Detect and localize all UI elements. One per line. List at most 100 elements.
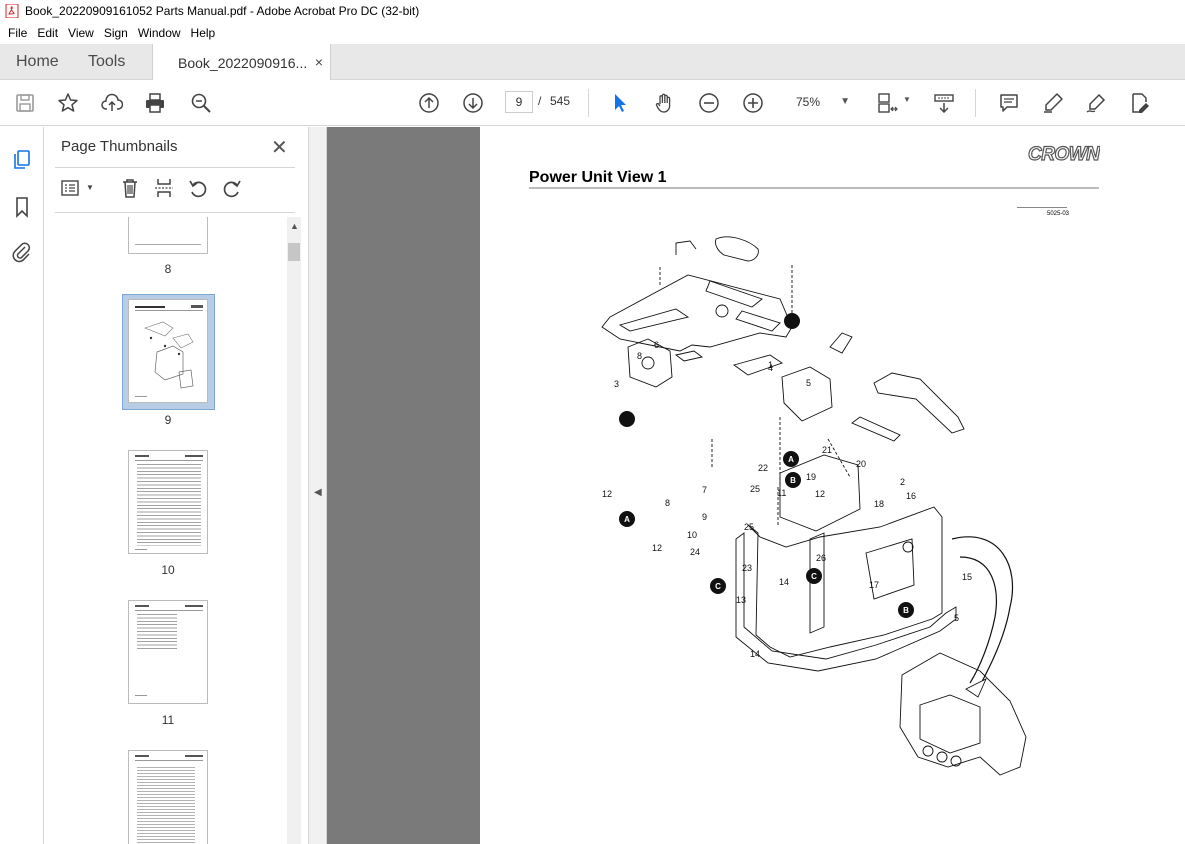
thumbnail-scrollbar[interactable]: ▲ <box>287 217 301 844</box>
svg-text:18: 18 <box>874 499 884 509</box>
svg-text:20: 20 <box>856 459 866 469</box>
svg-text:10: 10 <box>687 530 697 540</box>
next-page-icon[interactable] <box>461 91 485 115</box>
svg-text:11: 11 <box>777 488 786 498</box>
title-rule <box>529 187 1099 189</box>
page-display-icon[interactable] <box>875 91 899 115</box>
svg-text:22: 22 <box>758 463 768 473</box>
svg-text:17: 17 <box>869 580 879 590</box>
svg-text:A: A <box>788 455 794 464</box>
hand-tool-icon[interactable] <box>653 91 677 115</box>
page-thumbnails-icon[interactable] <box>10 147 34 171</box>
svg-text:3: 3 <box>614 379 619 389</box>
crown-logo: CROWN <box>1028 144 1100 164</box>
close-icon[interactable]: ✕ <box>271 135 288 160</box>
page-thumbnail[interactable] <box>128 750 208 844</box>
thumbnails-panel: Page Thumbnails ✕ ▼ 8 9 10 11 ▲ <box>45 127 308 844</box>
rotate-left-icon[interactable] <box>186 176 210 200</box>
svg-text:24: 24 <box>690 547 700 557</box>
rotate-right-icon[interactable] <box>220 176 244 200</box>
title-bar: Book_20220909161052 Parts Manual.pdf - A… <box>0 0 1185 22</box>
thumbnail-options-icon[interactable] <box>59 176 83 200</box>
svg-text:B: B <box>903 606 909 615</box>
tab-close-button[interactable]: × <box>315 54 323 70</box>
zoom-out-icon[interactable] <box>697 91 721 115</box>
svg-text:15: 15 <box>962 572 972 582</box>
scroll-up-icon[interactable]: ▲ <box>290 221 299 231</box>
highlight-pen-icon[interactable] <box>1041 91 1065 115</box>
page-thumbnail[interactable] <box>128 217 208 254</box>
svg-text:8: 8 <box>665 498 670 508</box>
page-thumbnail[interactable] <box>128 299 208 403</box>
page-thumbnail[interactable] <box>128 450 208 554</box>
menu-edit[interactable]: Edit <box>32 26 63 40</box>
previous-page-icon[interactable] <box>417 91 441 115</box>
extract-pages-icon[interactable] <box>152 176 176 200</box>
tab-document[interactable]: Book_2022090916... × <box>152 44 331 81</box>
chevron-down-icon[interactable]: ▼ <box>86 183 94 192</box>
left-nav-rail <box>0 127 44 844</box>
bookmark-icon[interactable] <box>10 195 34 219</box>
svg-text:5: 5 <box>806 378 811 388</box>
svg-text:12: 12 <box>815 489 825 499</box>
svg-text:19: 19 <box>806 472 816 482</box>
window-title: Book_20220909161052 Parts Manual.pdf - A… <box>25 4 420 18</box>
scrollbar-thumb[interactable] <box>288 243 300 261</box>
menu-file[interactable]: File <box>3 26 32 40</box>
page-separator: / <box>538 94 542 108</box>
svg-text:13: 13 <box>736 595 746 605</box>
select-cursor-icon[interactable] <box>608 91 632 115</box>
menu-view[interactable]: View <box>63 26 99 40</box>
upload-cloud-icon[interactable] <box>100 91 124 115</box>
fill-sign-icon[interactable] <box>1084 91 1108 115</box>
divider <box>55 167 295 168</box>
page-number-input[interactable]: 9 <box>505 91 533 113</box>
paperclip-icon[interactable] <box>10 240 34 264</box>
svg-text:C: C <box>715 582 721 591</box>
svg-text:12: 12 <box>602 489 612 499</box>
trash-icon[interactable] <box>118 176 142 200</box>
menu-window[interactable]: Window <box>133 26 186 40</box>
print-icon[interactable] <box>143 91 167 115</box>
svg-text:7: 7 <box>702 485 707 495</box>
document-view[interactable]: CROWN Power Unit View 1 5025-03 1 2 3 4 … <box>327 127 1185 844</box>
svg-text:26: 26 <box>816 553 826 563</box>
svg-text:6: 6 <box>654 340 659 350</box>
thumbnail-label: 10 <box>161 563 175 577</box>
zoom-in-icon[interactable] <box>741 91 765 115</box>
tab-tools[interactable]: Tools <box>88 44 125 80</box>
page-thumbnail[interactable] <box>128 600 208 704</box>
svg-text:25: 25 <box>744 522 754 532</box>
svg-text:14: 14 <box>750 649 760 659</box>
zoom-value: 75% <box>796 95 821 109</box>
figure-number: 5025-03 <box>1047 211 1070 217</box>
save-icon[interactable] <box>13 91 37 115</box>
thumbnail-label: 8 <box>164 262 172 276</box>
panel-splitter[interactable]: ◀ <box>308 127 327 844</box>
menu-sign[interactable]: Sign <box>99 26 133 40</box>
thumbnail-label: 9 <box>164 413 172 427</box>
acrobat-icon <box>5 4 19 18</box>
figure-rule <box>1017 207 1067 208</box>
comment-icon[interactable] <box>997 91 1021 115</box>
star-icon[interactable] <box>56 91 80 115</box>
svg-text:9: 9 <box>702 512 707 522</box>
edit-pdf-icon[interactable] <box>1128 91 1152 115</box>
menu-help[interactable]: Help <box>186 26 221 40</box>
zoom-search-icon[interactable] <box>189 91 213 115</box>
svg-text:C: C <box>811 572 817 581</box>
thumbnail-list: 8 9 10 11 <box>45 217 285 844</box>
panel-title: Page Thumbnails <box>61 138 178 155</box>
page-title: Power Unit View 1 <box>529 169 667 186</box>
toolbar <box>0 80 1185 126</box>
svg-text:5: 5 <box>954 613 959 623</box>
divider <box>55 212 295 213</box>
chevron-down-icon[interactable]: ▼ <box>903 95 911 104</box>
page-total: 545 <box>550 94 571 108</box>
tab-home[interactable]: Home <box>16 44 59 80</box>
scroll-mode-icon[interactable] <box>932 91 956 115</box>
zoom-select[interactable]: 75% ▼ <box>786 91 856 113</box>
toolbar-divider <box>975 89 976 117</box>
chevron-down-icon: ▼ <box>840 96 850 107</box>
collapse-panel-icon[interactable]: ◀ <box>314 487 322 498</box>
